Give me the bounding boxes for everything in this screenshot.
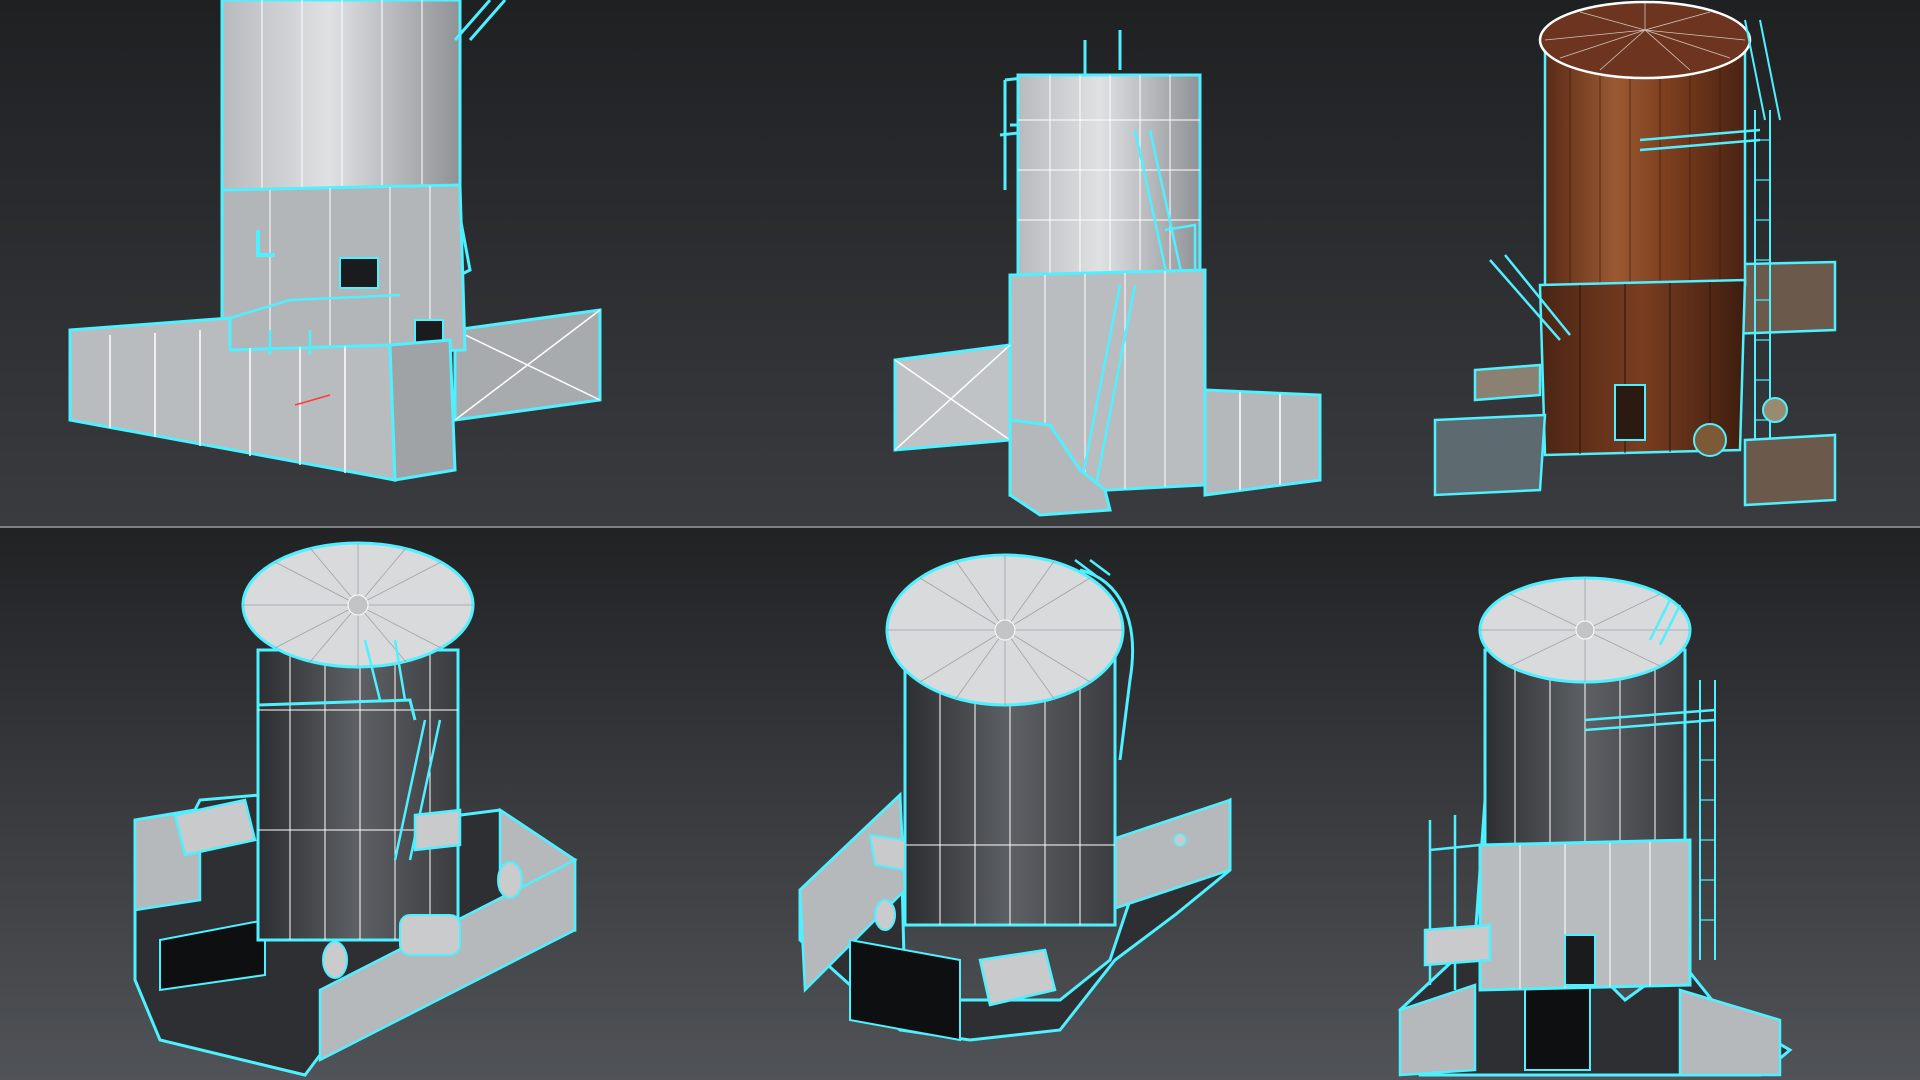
barrel-lying <box>399 914 461 956</box>
model-viewport-grid <box>0 0 1920 1080</box>
scaffold-platform <box>1423 923 1492 967</box>
fence-side <box>388 338 457 482</box>
tank-upper <box>220 0 462 192</box>
door <box>1564 934 1596 986</box>
barrel <box>874 899 896 931</box>
stair-platform <box>1473 363 1542 402</box>
fence-right <box>1203 388 1322 497</box>
tank-body <box>256 648 460 942</box>
tank-upper <box>1543 43 1747 287</box>
door <box>1614 384 1646 441</box>
fence-left <box>1433 413 1547 497</box>
barrel <box>497 861 523 899</box>
barrel <box>322 941 348 979</box>
barrel <box>1693 423 1727 457</box>
fence-right <box>1743 433 1837 507</box>
tank-upper <box>1016 73 1202 277</box>
door <box>339 257 379 289</box>
